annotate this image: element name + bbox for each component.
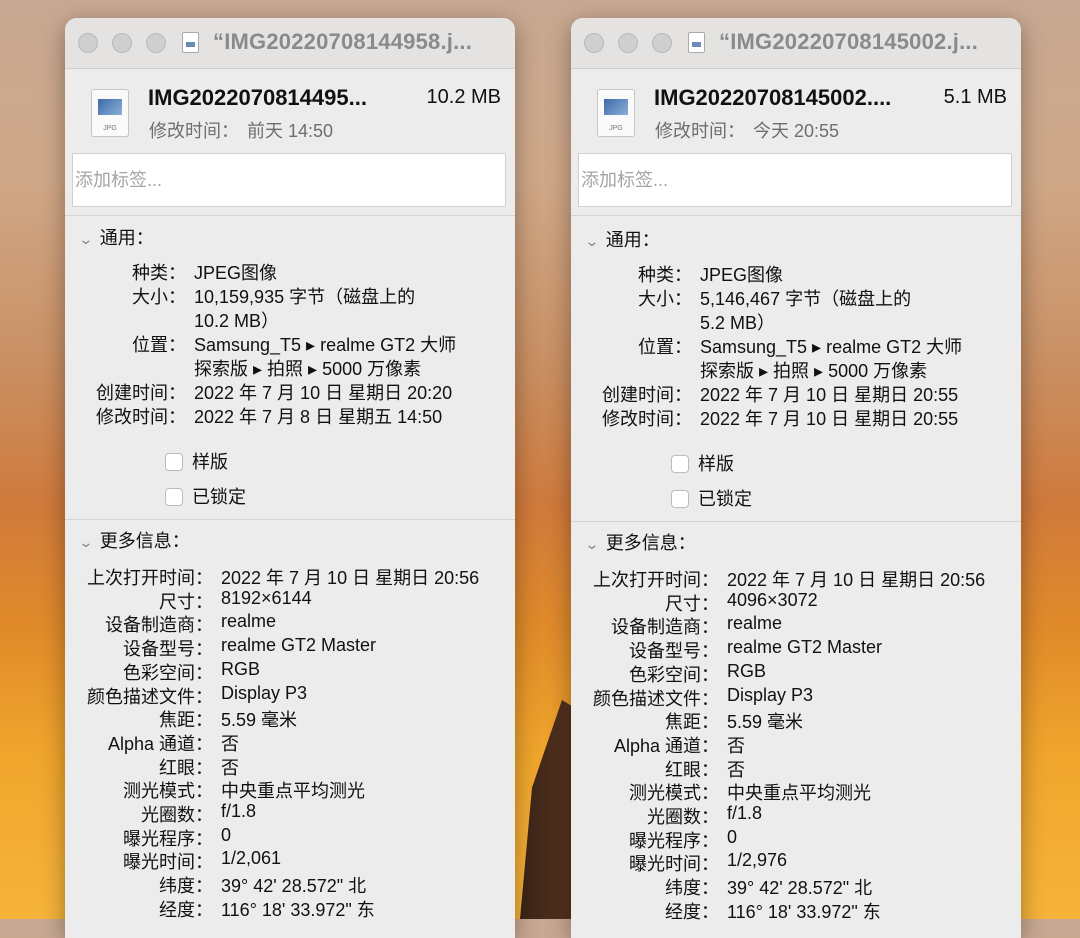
file-size: 5.1 MB (943, 86, 1007, 108)
general-section-toggle[interactable]: ⌄ 通用： (78, 224, 154, 250)
modified-value: 今天 20:55 (753, 121, 840, 141)
file-name: IMG2022070814495... (148, 85, 367, 110)
stationery-checkbox-row[interactable]: 样版 (671, 450, 734, 476)
modified-label: 修改时间： (655, 121, 745, 141)
locked-checkbox[interactable] (671, 490, 689, 508)
tags-input[interactable] (72, 153, 506, 207)
title-bar[interactable]: “IMG20220708145002.j... (571, 18, 1021, 69)
file-size: 10.2 MB (426, 86, 501, 108)
minimize-button[interactable] (618, 33, 638, 53)
locked-label: 已锁定 (698, 489, 752, 509)
locked-checkbox[interactable] (165, 488, 183, 506)
more-info-section-toggle[interactable]: ⌄ 更多信息： (78, 527, 190, 553)
stationery-checkbox-row[interactable]: 样版 (165, 448, 228, 474)
stationery-checkbox[interactable] (671, 455, 689, 473)
general-heading: 通用： (99, 228, 154, 248)
jpeg-file-icon: JPG (597, 89, 635, 137)
info-window-1: “IMG20220708144958.j... JPG IMG202207081… (65, 18, 515, 938)
modified-label: 修改时间： (149, 121, 239, 141)
more-info-heading: 更多信息： (605, 533, 696, 553)
file-header: JPG IMG2022070814495... 10.2 MB 修改时间： 前天… (65, 69, 515, 149)
general-section-toggle[interactable]: ⌄ 通用： (584, 226, 660, 252)
jpeg-file-icon: JPG (91, 89, 129, 137)
zoom-button[interactable] (146, 33, 166, 53)
modified-value: 前天 14:50 (247, 121, 334, 141)
general-heading: 通用： (605, 230, 660, 250)
more-info-heading: 更多信息： (99, 531, 190, 551)
divider (65, 215, 515, 216)
more-info-section-toggle[interactable]: ⌄ 更多信息： (584, 529, 696, 555)
divider (571, 215, 1021, 216)
info-window-2: “IMG20220708145002.j... JPG IMG202207081… (571, 18, 1021, 938)
locked-label: 已锁定 (192, 487, 246, 507)
stationery-label: 样版 (698, 454, 734, 474)
stationery-label: 样版 (192, 452, 228, 472)
locked-checkbox-row[interactable]: 已锁定 (671, 485, 752, 511)
file-name: IMG20220708145002.... (654, 85, 892, 110)
chevron-down-icon: ⌄ (78, 534, 94, 550)
document-icon (688, 32, 705, 53)
file-type-label: JPG (103, 125, 117, 132)
zoom-button[interactable] (652, 33, 672, 53)
chevron-down-icon: ⌄ (584, 536, 600, 552)
tags-input[interactable] (578, 153, 1012, 207)
title-bar[interactable]: “IMG20220708144958.j... (65, 18, 515, 69)
chevron-down-icon: ⌄ (78, 231, 94, 247)
file-header: JPG IMG20220708145002.... 5.1 MB 修改时间： 今… (571, 69, 1021, 149)
file-type-label: JPG (609, 125, 623, 132)
window-title: “IMG20220708145002.j... (719, 29, 979, 54)
locked-checkbox-row[interactable]: 已锁定 (165, 483, 246, 509)
close-button[interactable] (584, 33, 604, 53)
divider (65, 519, 515, 520)
document-icon (182, 32, 199, 53)
chevron-down-icon: ⌄ (584, 233, 600, 249)
stationery-checkbox[interactable] (165, 453, 183, 471)
close-button[interactable] (78, 33, 98, 53)
minimize-button[interactable] (112, 33, 132, 53)
divider (571, 521, 1021, 522)
window-title: “IMG20220708144958.j... (213, 29, 473, 54)
